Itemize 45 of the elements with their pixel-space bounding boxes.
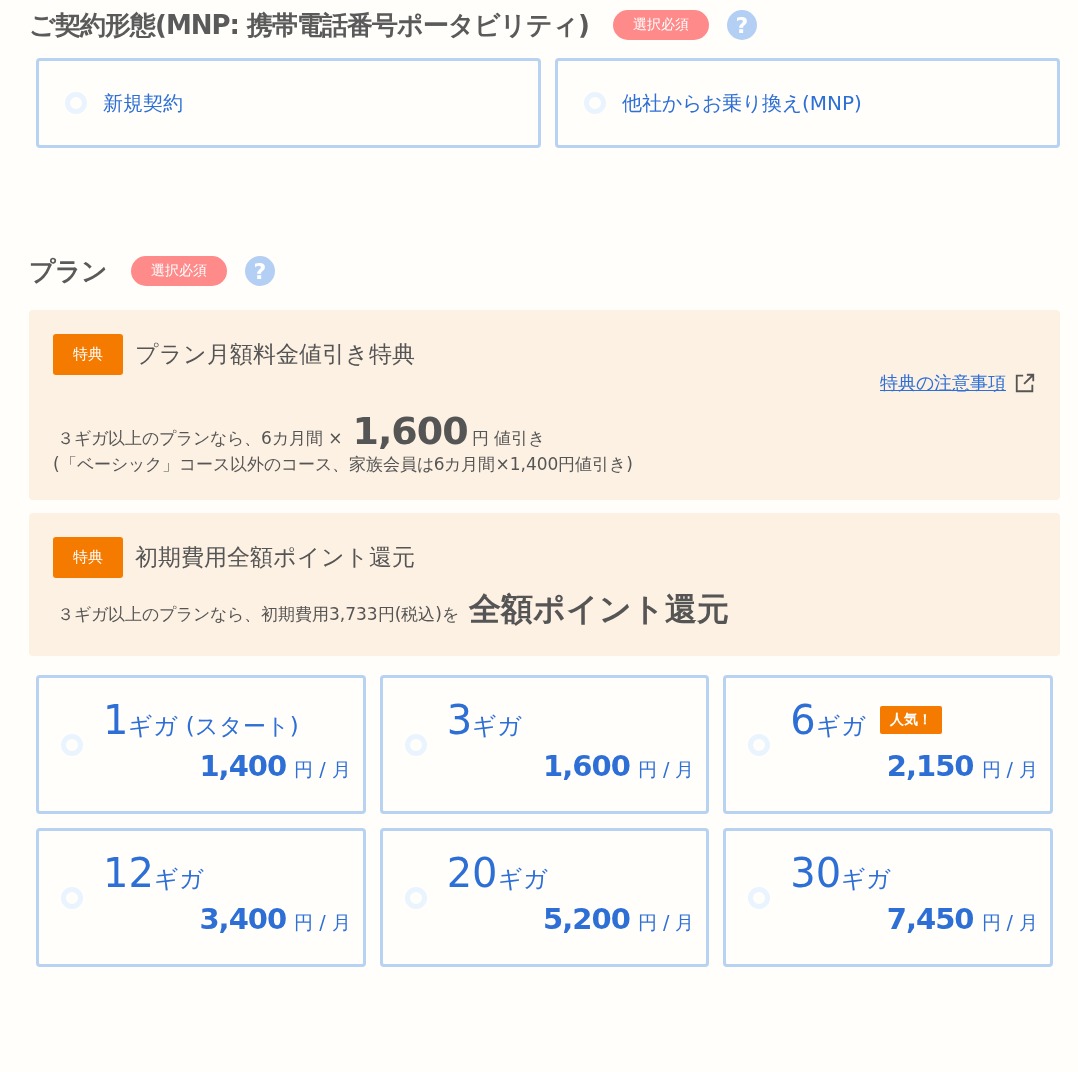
- perk-tag: 特典: [53, 537, 123, 578]
- perk-text: 円 値引き: [471, 427, 546, 450]
- perk-title: プラン月額料金値引き特典: [135, 340, 415, 369]
- popular-badge: 人気！: [879, 705, 942, 734]
- plan-price: 5,200: [543, 901, 630, 936]
- perk-note: (「ベーシック」コース以外のコース、家族会員は6カ月間×1,400円値引き): [53, 453, 634, 476]
- plan-name: 30ギガ: [790, 849, 892, 896]
- highlight-text: 全額ポイント還元: [468, 589, 729, 630]
- required-badge: 選択必須: [131, 256, 227, 286]
- price-unit: 円 / 月: [981, 909, 1038, 935]
- plan-price: 3,400: [199, 901, 287, 936]
- plan-name: 3 ギガ: [446, 696, 523, 743]
- price-unit: 円 / 月: [294, 909, 351, 935]
- plan-name: 20 ギガ: [446, 849, 548, 896]
- required-badge: 選択必須: [612, 10, 709, 40]
- perk-text: ３ギガ以上のプランなら、初期費用3,733円(税込)を: [57, 603, 459, 626]
- section-title: ご契約形態(MNP: 携帯電話番号ポータビリティ): [29, 8, 589, 42]
- external-link-icon[interactable]: [1014, 372, 1036, 394]
- option-label: 新規契約: [103, 89, 183, 117]
- plan-option[interactable]: 30ギガ 7,450 円 / 月: [723, 828, 1053, 967]
- plan-name: 6 ギガ: [790, 696, 866, 743]
- plan-option[interactable]: 12 ギガ 3,400 円 / 月: [36, 828, 366, 967]
- contract-option[interactable]: 新規契約: [36, 58, 541, 148]
- plan-price: 1,400: [199, 748, 287, 783]
- contract-option[interactable]: 他社からお乗り換え(MNP): [555, 58, 1060, 148]
- plan-price: 1,600: [543, 748, 630, 783]
- plan-name: 1 ギガ (スタート): [103, 696, 299, 743]
- perk-title: 初期費用全額ポイント還元: [135, 543, 415, 572]
- section-title: プラン: [29, 254, 107, 288]
- plan-price: 7,450: [886, 901, 974, 936]
- plan-price: 2,150: [886, 748, 974, 783]
- perk-tag: 特典: [53, 334, 123, 375]
- plan-name: 12 ギガ: [103, 849, 204, 896]
- price-unit: 円 / 月: [981, 756, 1038, 782]
- highlight-text: 1,600: [352, 409, 468, 453]
- plan-option[interactable]: 6 ギガ 人気！ 2,150 円 / 月: [723, 675, 1053, 814]
- plan-option[interactable]: 3 ギガ 1,600 円 / 月: [379, 675, 710, 814]
- price-unit: 円 / 月: [637, 909, 695, 935]
- perk-text: ３ギガ以上のプランなら、6カ月間 ×: [57, 427, 343, 450]
- plan-option[interactable]: 1 ギガ (スタート) 1,400 円 / 月: [36, 675, 366, 814]
- option-label: 他社からお乗り換え(MNP): [622, 89, 862, 117]
- plan-option[interactable]: 20 ギガ 5,200 円 / 月: [379, 828, 710, 967]
- notes-link[interactable]: 特典の注意事項: [880, 371, 1006, 395]
- price-unit: 円 / 月: [637, 756, 695, 782]
- price-unit: 円 / 月: [294, 756, 351, 782]
